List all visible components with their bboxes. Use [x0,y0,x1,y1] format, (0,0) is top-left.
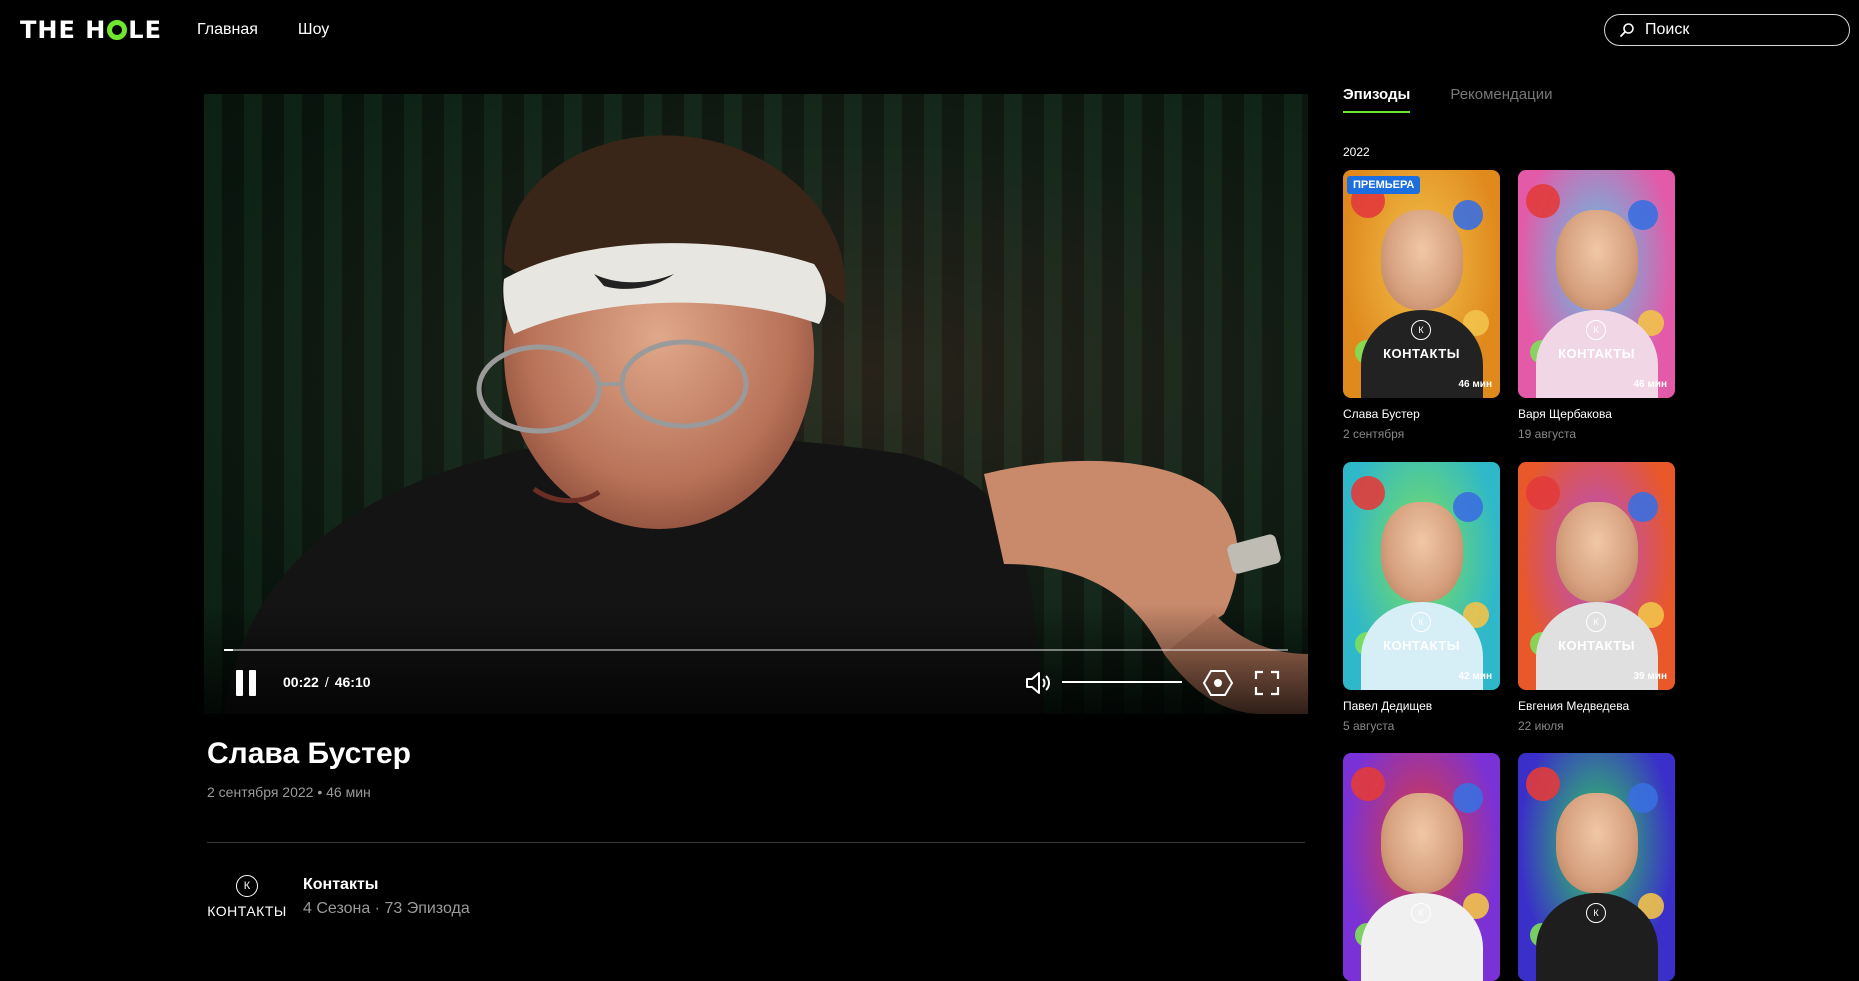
decor-ball [1526,476,1560,510]
episode-card[interactable]: К [1343,753,1500,981]
episode-card-date: 5 августа [1343,719,1395,733]
show-stats: 4 Сезона · 73 Эпизода [303,900,470,917]
episode-card-title[interactable]: Слава Бустер [1343,407,1500,421]
episode-thumbnail[interactable]: К КОНТАКТЫ 46 мин [1518,170,1675,398]
episode-title: Слава Бустер [207,737,411,770]
year-heading: 2022 [1343,145,1370,159]
show-logo-mark: К [1586,612,1606,632]
thumbnail-show-label: КОНТАКТЫ [1383,346,1460,361]
episode-thumbnail[interactable]: К [1518,753,1675,981]
controls-overlay [204,604,1308,714]
decor-ball [1351,767,1385,801]
host-face [1381,502,1463,602]
host-face [1381,210,1463,310]
host-face [1556,793,1638,893]
thumbnail-show-label: КОНТАКТЫ [1383,638,1460,653]
premiere-badge: ПРЕМЬЕРА [1347,176,1421,194]
duration-badge: 46 мин [1633,379,1668,390]
nav-home[interactable]: Главная [197,21,258,39]
tab-episodes[interactable]: Эпизоды [1343,86,1411,113]
search-input[interactable] [1645,21,1845,39]
episode-thumbnail[interactable]: К КОНТАКТЫ 42 мин [1343,462,1500,690]
show-logo-mark: К [1411,320,1431,340]
duration-badge: 39 мин [1633,671,1668,682]
volume-icon[interactable] [1024,670,1052,696]
duration-badge: 42 мин [1458,671,1493,682]
nav-shows[interactable]: Шоу [298,21,329,39]
episode-card-date: 22 июля [1518,719,1564,733]
episode-thumbnail[interactable]: К [1343,753,1500,981]
quality-settings-icon[interactable] [1203,669,1233,697]
episode-card-date: 2 сентября [1343,427,1405,441]
decor-ball [1628,783,1658,813]
duration-badge: 46 мин [1458,379,1493,390]
episode-card-title[interactable]: Павел Дедищев [1343,699,1500,713]
divider [207,842,1305,843]
thumbnail-show-label: КОНТАКТЫ [1558,346,1635,361]
volume-slider[interactable] [1062,681,1182,683]
decor-ball [1526,767,1560,801]
episode-card[interactable]: К КОНТАКТЫ 39 мин Евгения Медведева 22 июля [1518,462,1675,733]
logo-text-left: THE H [20,16,107,44]
episode-card-title[interactable]: Евгения Медведева [1518,699,1675,713]
decor-ball [1351,476,1385,510]
time-separator: / [324,674,329,690]
top-bar: THE H LE Главная Шоу [0,0,1859,60]
show-logo-mark: К [1586,903,1606,923]
progress-bar[interactable] [224,649,1288,651]
episode-card[interactable]: К КОНТАКТЫ 46 мин ПРЕМЬЕРА Слава Бустер 2 сен… [1343,170,1500,441]
host-face [1381,793,1463,893]
host-face [1556,502,1638,602]
episode-thumbnail[interactable]: К КОНТАКТЫ 39 мин [1518,462,1675,690]
show-name[interactable]: Контакты [303,876,378,894]
time-display: 00:22 / 46:10 [283,674,371,690]
panel-tabs: Эпизоды Рекомендации [1343,86,1553,113]
main-nav: Главная Шоу [197,21,329,39]
tab-recommendations[interactable]: Рекомендации [1450,86,1552,113]
decor-ball [1453,200,1483,230]
host-face [1556,210,1638,310]
show-logo-mark: К [1411,612,1431,632]
show-logo-letter: К [236,875,258,897]
current-time: 00:22 [283,674,319,690]
thumbnail-show-label: КОНТАКТЫ [1558,638,1635,653]
the-hole-logo[interactable]: THE H LE [20,16,162,44]
episode-card-date: 19 августа [1518,427,1577,441]
video-player[interactable]: 00:22 / 46:10 [204,94,1308,714]
decor-ball [1453,492,1483,522]
search-box[interactable] [1604,14,1850,46]
episode-card[interactable]: К [1518,753,1675,981]
logo-ring-icon [107,20,128,40]
episode-card[interactable]: К КОНТАКТЫ 42 мин Павел Дедищев 5 августа [1343,462,1500,733]
show-logo[interactable]: К КОНТАКТЫ [207,875,287,919]
decor-ball [1526,184,1560,218]
fullscreen-icon[interactable] [1254,670,1280,696]
show-logo-mark: К [1411,903,1431,923]
total-time: 46:10 [334,674,371,690]
logo-text-right: LE [128,16,162,44]
show-logo-mark: К [1586,320,1606,340]
episode-card-title[interactable]: Варя Щербакова [1518,407,1675,421]
episode-card[interactable]: К КОНТАКТЫ 46 мин Варя Щербакова 19 августа [1518,170,1675,441]
decor-ball [1628,492,1658,522]
pause-button[interactable] [234,670,258,696]
decor-ball [1628,200,1658,230]
show-logo-label: КОНТАКТЫ [207,903,287,919]
search-icon [1620,23,1634,37]
decor-ball [1453,783,1483,813]
progress-fill [224,649,233,651]
episode-thumbnail[interactable]: К КОНТАКТЫ 46 мин ПРЕМЬЕРА [1343,170,1500,398]
episode-meta: 2 сентября 2022 • 46 мин [207,784,371,800]
